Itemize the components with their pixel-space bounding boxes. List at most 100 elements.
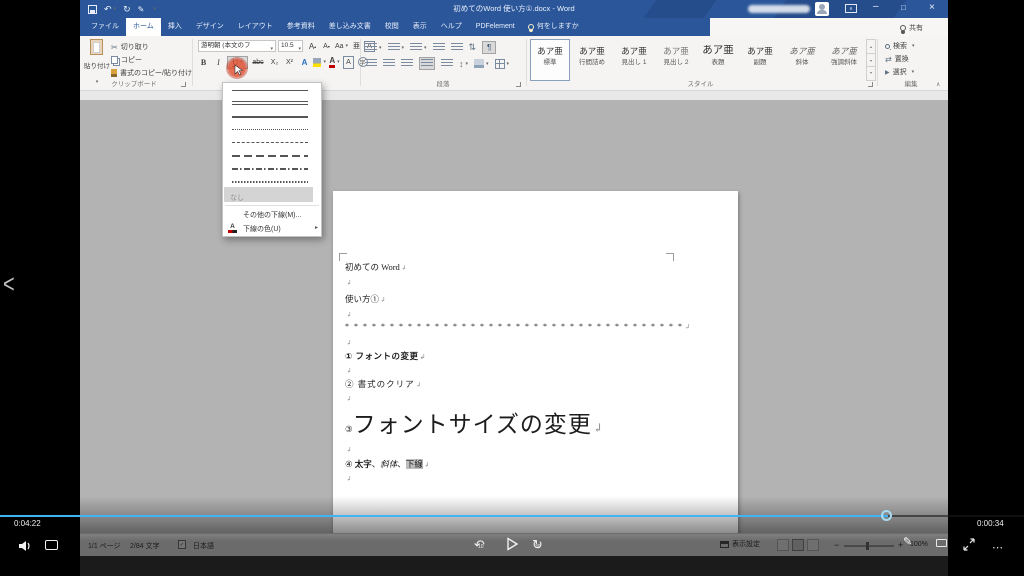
numbered-list-button[interactable]: ▾ — [387, 43, 404, 52]
redo-button[interactable]: ↻ — [123, 4, 131, 15]
read-mode-button[interactable] — [777, 539, 789, 551]
style-heading1[interactable]: あア亜 見出し 1 — [614, 39, 654, 81]
show-paragraph-marks-button[interactable]: ¶ — [482, 41, 497, 54]
style-title[interactable]: あア亜 表題 — [698, 39, 738, 81]
zoom-out-button[interactable]: − — [834, 540, 839, 550]
tab-mailings[interactable]: 差し込み文書 — [322, 18, 378, 36]
tab-review[interactable]: 校閲 — [378, 18, 406, 36]
bold-button[interactable]: B — [197, 56, 210, 69]
line-spacing-button[interactable]: ↕ ▾ — [459, 59, 468, 69]
decrease-indent-button[interactable] — [432, 43, 445, 52]
tell-me-box[interactable]: 何をしますか — [527, 18, 579, 36]
tab-design[interactable]: デザイン — [189, 18, 231, 36]
copy-button[interactable]: コピー — [111, 55, 142, 65]
underline-option-none[interactable]: なし — [224, 187, 313, 202]
style-no-spacing[interactable]: あア亜 行間詰め — [572, 39, 612, 81]
borders-button[interactable]: ▾ — [494, 58, 509, 69]
shading-button[interactable]: ▾ — [474, 59, 489, 68]
play-button[interactable] — [506, 537, 519, 556]
underline-option-thick[interactable] — [232, 116, 308, 118]
web-layout-button[interactable] — [807, 539, 819, 551]
select-button[interactable]: ▶ 選択 ▾ — [885, 67, 914, 77]
multilevel-list-button[interactable]: ▾ — [410, 43, 427, 52]
ruby-button[interactable]: 亜 — [350, 40, 363, 53]
style-italic[interactable]: あア亜 斜体 — [782, 39, 822, 81]
zoom-level[interactable]: 100% — [910, 541, 928, 548]
distribute-button[interactable] — [441, 59, 453, 68]
avatar[interactable] — [815, 2, 829, 16]
annotate-pencil-button[interactable]: ✎ — [903, 535, 912, 548]
font-size-combobox[interactable]: 10.5 ▾ — [278, 40, 303, 52]
more-options-button[interactable]: ⋯ — [992, 541, 1004, 554]
italic-button[interactable]: I — [212, 56, 225, 69]
subtitles-button[interactable] — [45, 540, 58, 550]
replace-button[interactable]: ⇄ 置換 — [885, 54, 909, 64]
paragraph-dialog-launcher[interactable] — [516, 82, 521, 87]
tab-layout[interactable]: レイアウト — [231, 18, 280, 36]
share-button[interactable]: 共有 — [900, 20, 923, 35]
save-icon[interactable] — [88, 4, 97, 14]
justify-button[interactable] — [419, 57, 435, 70]
subscript-button[interactable]: X₂ — [268, 56, 281, 69]
volume-button[interactable] — [18, 539, 32, 557]
align-left-button[interactable] — [365, 59, 377, 68]
fullscreen-button[interactable] — [962, 538, 976, 556]
character-shading-button[interactable]: A — [343, 55, 354, 69]
tab-references[interactable]: 参考資料 — [280, 18, 322, 36]
style-heading2[interactable]: あア亜 見出し 2 — [656, 39, 696, 81]
text-effects-button[interactable]: A — [298, 56, 311, 69]
minimize-button[interactable]: – — [873, 1, 879, 12]
superscript-button[interactable]: X² — [283, 56, 296, 69]
underline-color-item[interactable]: A 下線の色(U) ▸ — [223, 221, 321, 236]
bullet-list-button[interactable]: ▾ — [365, 43, 382, 52]
underline-option-wavy[interactable] — [232, 181, 308, 183]
sort-button[interactable]: ⇅ — [469, 42, 477, 53]
collapse-ribbon-button[interactable]: ∧ — [936, 81, 940, 88]
zoom-slider-thumb[interactable] — [866, 542, 869, 550]
change-case-button[interactable]: Aa ▾ — [334, 40, 349, 53]
rewind-button[interactable]: ↶ 10 — [474, 537, 485, 553]
display-settings-button[interactable]: 表示設定 — [720, 539, 760, 549]
page-indicator[interactable]: 1/1 ページ — [88, 541, 121, 551]
qat-customize-button[interactable]: ▾ — [153, 6, 156, 12]
proofing-status-icon[interactable]: ✓ — [178, 540, 186, 549]
format-painter-button[interactable]: 書式のコピー/貼り付け — [111, 68, 192, 78]
font-color-button[interactable]: A ▾ — [328, 56, 341, 69]
align-center-button[interactable] — [383, 59, 395, 68]
strikethrough-button[interactable]: abc — [250, 56, 266, 69]
ribbon-display-options-button[interactable]: ∧ — [845, 4, 857, 13]
style-subtitle[interactable]: あア亜 副題 — [740, 39, 780, 81]
language-indicator[interactable]: 日本語 — [193, 541, 214, 551]
align-right-button[interactable] — [401, 59, 413, 68]
print-layout-button[interactable] — [792, 539, 804, 551]
document-page[interactable]: 初めての Word↲ ↲ 使い方①↲ ↲ * * * * * * * * * *… — [333, 191, 738, 576]
forward-button[interactable]: ↻ 30 — [532, 537, 543, 553]
styles-scroll-down[interactable]: ▾ — [867, 54, 875, 67]
find-button[interactable]: 検索 ▾ — [885, 41, 915, 51]
undo-button[interactable]: ↶ ▾ — [104, 4, 116, 15]
style-emphasis-italic[interactable]: あア亜 強調斜体 — [824, 39, 864, 81]
tab-file[interactable]: ファイル — [84, 18, 126, 36]
style-normal[interactable]: あア亜 標準 — [530, 39, 570, 81]
increase-indent-button[interactable] — [450, 43, 463, 52]
styles-scroll-up[interactable]: ▴ — [867, 40, 875, 54]
underline-option-dash-dot-dot[interactable] — [232, 168, 308, 170]
more-underlines-item[interactable]: その他の下線(M)... — [223, 207, 321, 221]
underline-option-dotted[interactable] — [232, 129, 308, 130]
underline-option-dash-dot[interactable] — [232, 155, 308, 157]
previous-chevron-icon[interactable]: < — [3, 271, 15, 301]
ink-pen-icon[interactable]: ✎ — [138, 5, 145, 14]
tab-view[interactable]: 表示 — [406, 18, 434, 36]
underline-option-double[interactable] — [232, 101, 308, 105]
styles-dialog-launcher[interactable] — [868, 82, 873, 87]
underline-option-dashed[interactable] — [232, 142, 308, 143]
tab-insert[interactable]: 挿入 — [161, 18, 189, 36]
tab-pdfelement[interactable]: PDFelement — [469, 18, 522, 36]
highlight-button[interactable]: ▾ — [313, 56, 326, 69]
zoom-slider-track[interactable] — [844, 545, 894, 547]
underline-option-single[interactable] — [232, 90, 308, 91]
tab-help[interactable]: ヘルプ — [434, 18, 469, 36]
cut-button[interactable]: ✂ 切り取り — [111, 42, 149, 52]
seek-bar-handle[interactable] — [881, 510, 892, 521]
close-button[interactable]: × — [929, 2, 935, 13]
